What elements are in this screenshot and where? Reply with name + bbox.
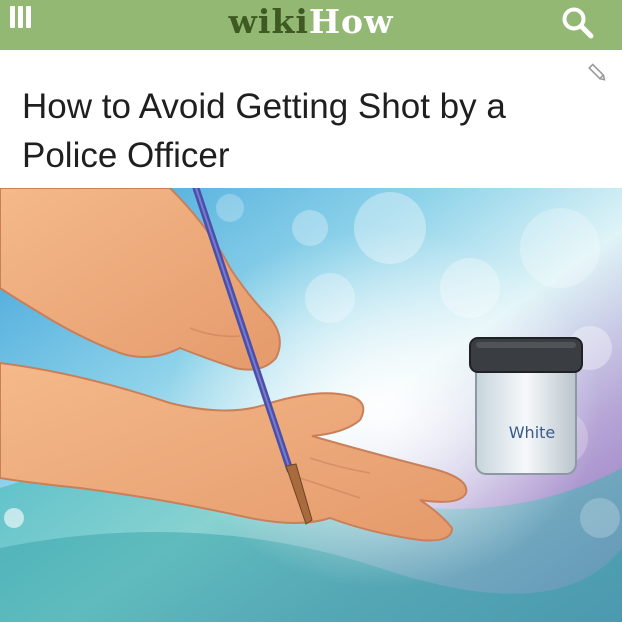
top-navigation-bar: wikiHow	[0, 0, 622, 50]
jar-label: White	[509, 423, 556, 442]
wikihow-logo[interactable]: wikiHow	[229, 2, 394, 41]
hamburger-menu-icon[interactable]	[4, 0, 34, 40]
logo-how-text: How	[308, 1, 394, 41]
illustration-canvas: White	[0, 188, 622, 622]
search-icon[interactable]	[560, 5, 596, 41]
article-title: How to Avoid Getting Shot by a Police Of…	[22, 87, 506, 175]
logo-wiki-text: wiki	[228, 1, 309, 41]
white-paint-jar: White	[469, 337, 583, 475]
pencil-edit-icon[interactable]	[586, 62, 608, 84]
article-illustration: White	[0, 188, 622, 622]
article-header: How to Avoid Getting Shot by a Police Of…	[0, 50, 622, 188]
